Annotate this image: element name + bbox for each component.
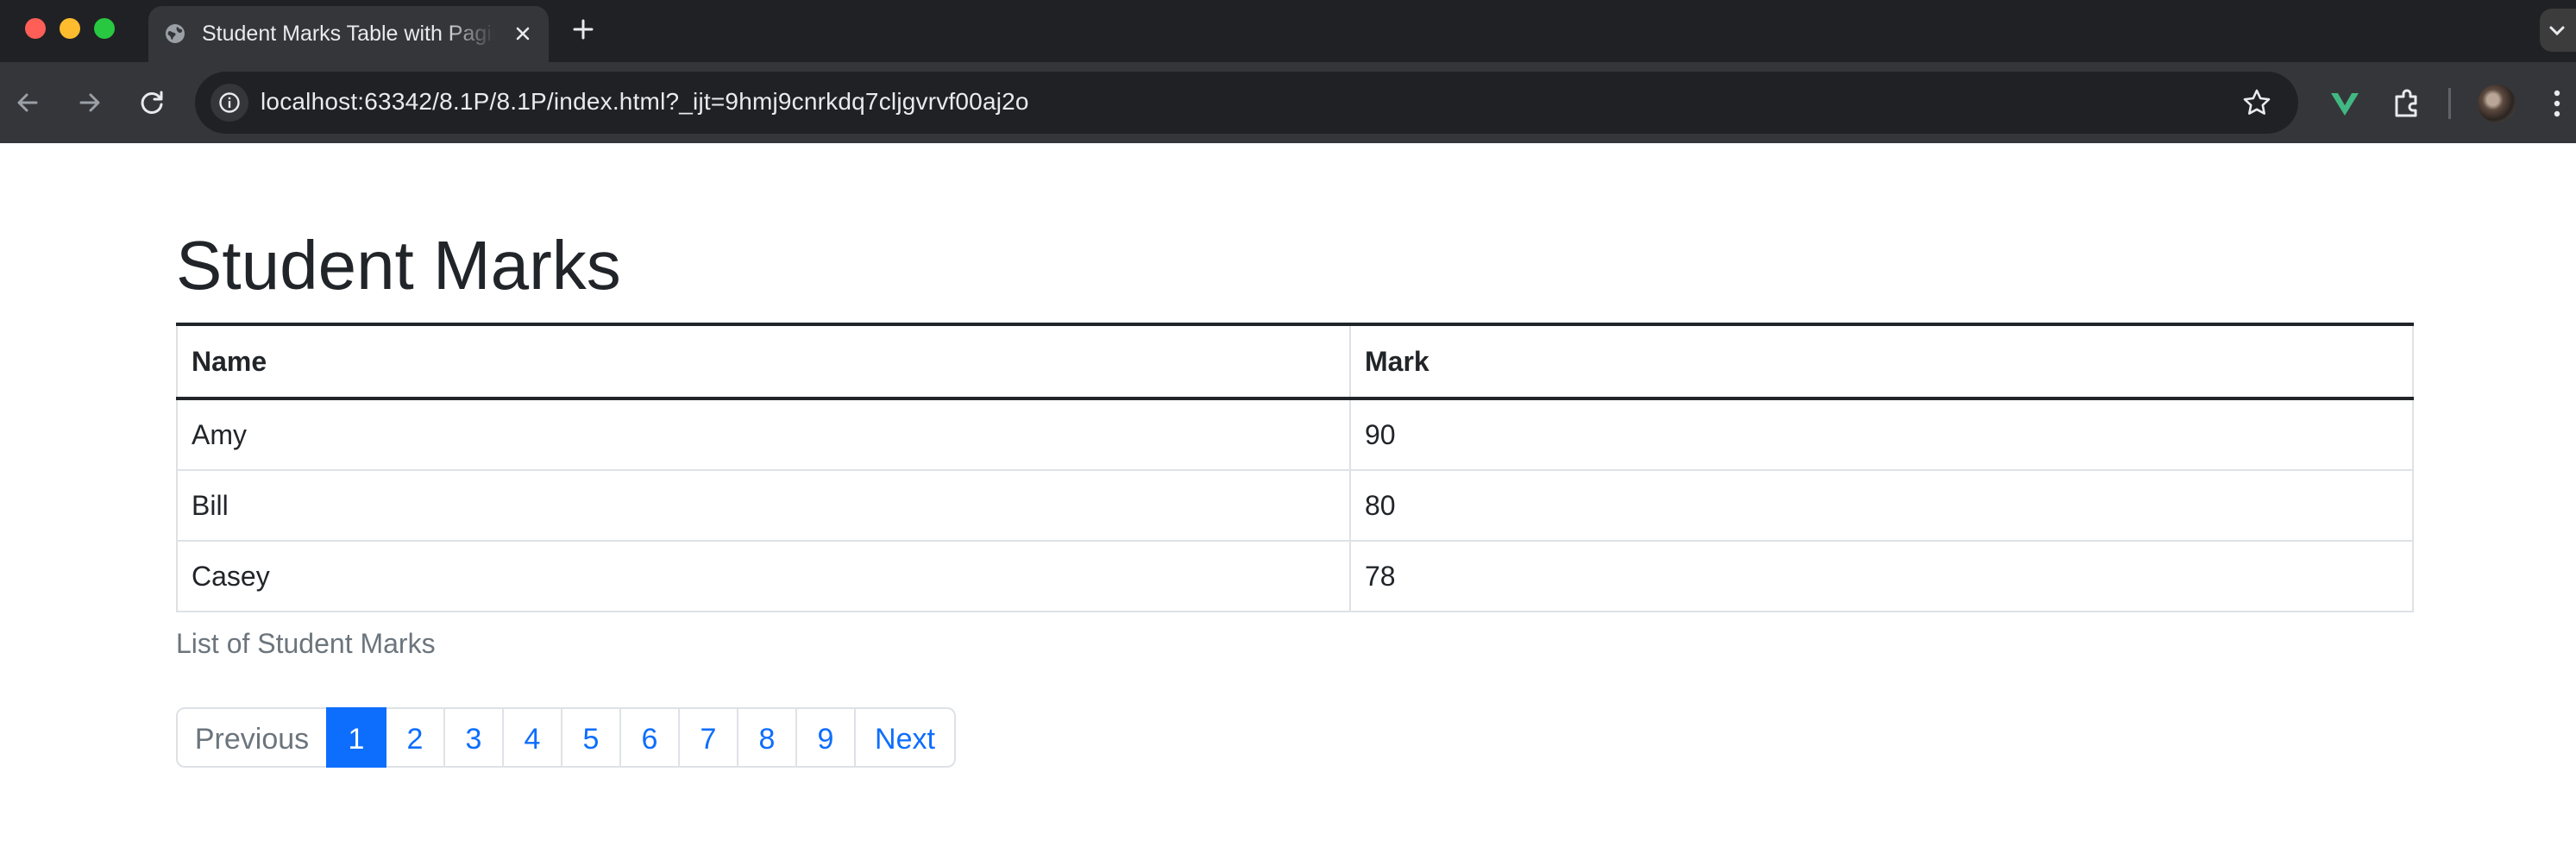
browser-toolbar: localhost:63342/8.1P/8.1P/index.html?_ij…: [0, 62, 2576, 143]
close-icon[interactable]: [509, 20, 537, 47]
chevron-down-icon: [2549, 26, 2565, 36]
kebab-menu-icon[interactable]: [2548, 86, 2566, 121]
page-link-9[interactable]: 9: [795, 707, 856, 768]
pagination: Previous 1 2 3 4 5 6 7 8 9 Next: [176, 707, 956, 768]
back-arrow-icon[interactable]: [10, 85, 45, 120]
profile-avatar[interactable]: [2478, 85, 2516, 122]
vue-devtools-icon[interactable]: [2326, 85, 2364, 122]
address-bar[interactable]: localhost:63342/8.1P/8.1P/index.html?_ij…: [195, 72, 2298, 134]
table-row: Bill 80: [176, 469, 2414, 542]
student-marks-table: Name Mark Amy 90 Bill 80 Casey 78: [176, 323, 2414, 612]
browser-tab-strip: Student Marks Table with Pagination: [0, 0, 2576, 62]
table-caption: List of Student Marks: [176, 628, 436, 659]
student-name-cell: Casey: [176, 540, 1351, 612]
tab-title: Student Marks Table with Pagination: [202, 22, 495, 46]
plus-icon[interactable]: [566, 12, 600, 47]
column-header-name: Name: [176, 323, 1351, 400]
site-info-icon: [219, 92, 240, 113]
forward-arrow-icon[interactable]: [72, 85, 107, 120]
page-link-1[interactable]: 1: [326, 707, 386, 768]
student-mark-cell: 90: [1349, 398, 2414, 471]
student-name-cell: Bill: [176, 469, 1351, 542]
page-link-7[interactable]: 7: [678, 707, 738, 768]
site-info-button[interactable]: [210, 84, 248, 122]
student-name-cell: Amy: [176, 398, 1351, 471]
page-link-6[interactable]: 6: [619, 707, 680, 768]
table-header-row: Name Mark: [176, 323, 2414, 400]
pagination-previous[interactable]: Previous: [176, 707, 328, 768]
page-title: Student Marks: [176, 227, 621, 304]
page-link-5[interactable]: 5: [561, 707, 621, 768]
toolbar-divider: [2448, 88, 2451, 119]
pagination-next[interactable]: Next: [854, 707, 956, 768]
page-link-2[interactable]: 2: [385, 707, 445, 768]
table-row: Casey 78: [176, 540, 2414, 612]
page-link-4[interactable]: 4: [502, 707, 562, 768]
globe-icon: [166, 24, 185, 43]
window-close-button[interactable]: [25, 18, 46, 39]
column-header-mark: Mark: [1349, 323, 2414, 400]
url-text: localhost:63342/8.1P/8.1P/index.html?_ij…: [261, 88, 1029, 115]
page-link-8[interactable]: 8: [737, 707, 797, 768]
star-icon[interactable]: [2240, 85, 2274, 120]
reload-icon[interactable]: [135, 85, 169, 120]
tab-search-button[interactable]: [2540, 9, 2576, 52]
page-link-3[interactable]: 3: [443, 707, 504, 768]
browser-tab-active[interactable]: Student Marks Table with Pagination: [148, 6, 549, 62]
table-row: Amy 90: [176, 398, 2414, 471]
student-mark-cell: 78: [1349, 540, 2414, 612]
window-minimize-button[interactable]: [60, 18, 80, 39]
window-maximize-button[interactable]: [94, 18, 115, 39]
extensions-icon[interactable]: [2388, 85, 2426, 122]
student-mark-cell: 80: [1349, 469, 2414, 542]
